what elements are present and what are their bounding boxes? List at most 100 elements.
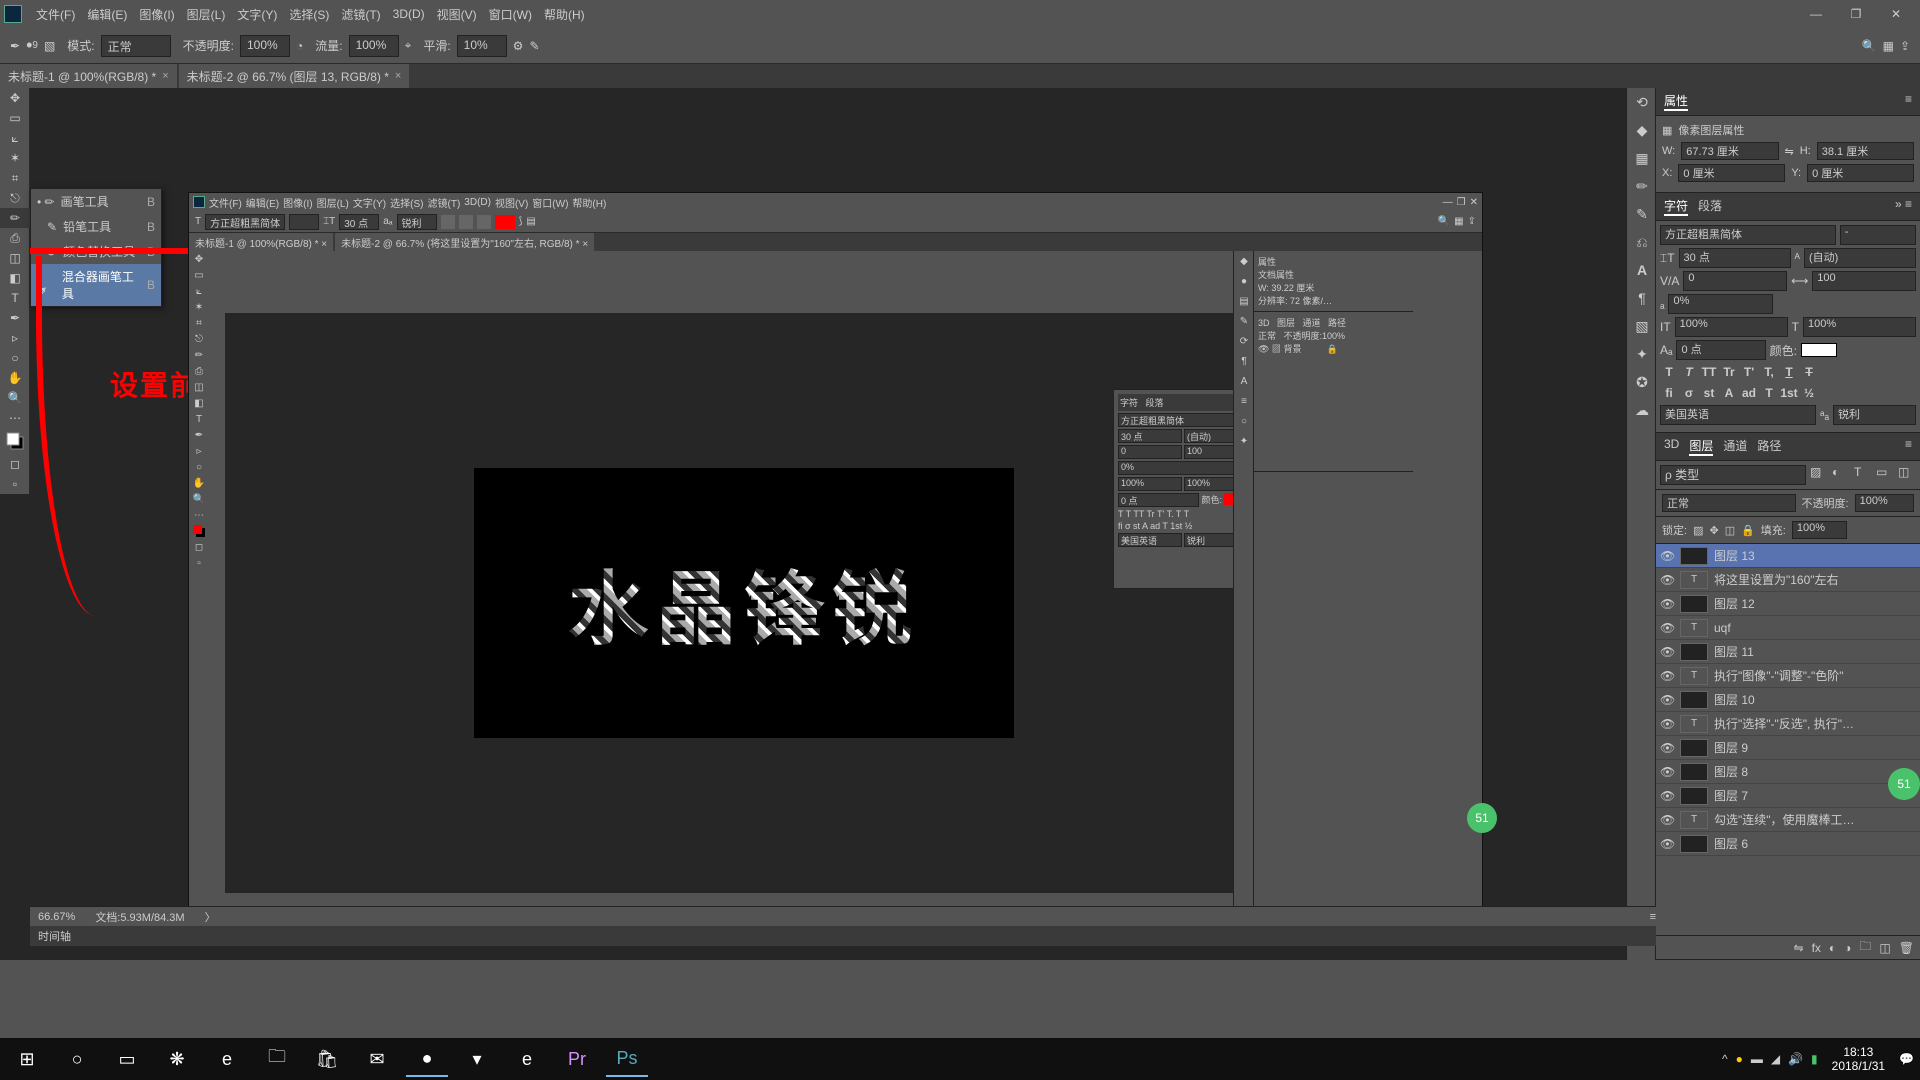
- align-center-icon[interactable]: [459, 215, 473, 229]
- pen-tool[interactable]: ✒: [0, 308, 30, 328]
- brush-tool-icon[interactable]: ✒: [10, 39, 20, 53]
- height-field[interactable]: 38.1 厘米: [1817, 142, 1914, 160]
- character-panel[interactable]: 方正超粗黑简体- ⌶T30 点ᴬ(自动) V/A0⟷100 ₐ0% IT100%…: [1656, 221, 1920, 433]
- layer-row[interactable]: 👁图层 13: [1656, 544, 1920, 568]
- layer-filter-select[interactable]: ρ 类型: [1660, 465, 1806, 485]
- menu-type[interactable]: 文字(Y): [231, 2, 283, 27]
- menu-window[interactable]: 窗口(W): [483, 2, 538, 27]
- char-tab[interactable]: 字符: [1664, 197, 1688, 216]
- menu-select[interactable]: 选择(S): [283, 2, 335, 27]
- pressure-opacity-icon[interactable]: ◔: [296, 39, 303, 53]
- tray-ime-icon[interactable]: ▮: [1811, 1052, 1818, 1066]
- lock-pixels-icon[interactable]: ▨: [1693, 524, 1703, 537]
- menu-view[interactable]: 视图(V): [431, 2, 483, 27]
- filter-smart-icon[interactable]: ◫: [1898, 465, 1916, 483]
- group-icon[interactable]: 🗀: [1859, 937, 1871, 958]
- type-style-buttons[interactable]: TTTTTrT'T,TT: [1660, 363, 1916, 381]
- layer-row[interactable]: 👁T勾选"连续"，使用魔棒工…: [1656, 808, 1920, 832]
- search-icon[interactable]: 🔍: [1438, 216, 1450, 227]
- opacity-input[interactable]: 100%: [240, 35, 290, 57]
- layer-row[interactable]: 👁图层 7: [1656, 784, 1920, 808]
- smooth-input[interactable]: 10%: [457, 35, 507, 57]
- explorer-icon[interactable]: 🗀: [256, 1041, 298, 1077]
- gear-icon[interactable]: ⚙: [513, 39, 524, 53]
- link-icon[interactable]: ⇋: [1785, 145, 1794, 158]
- mask-icon[interactable]: ◐: [1829, 941, 1836, 955]
- layer-row[interactable]: 👁图层 10: [1656, 688, 1920, 712]
- visibility-icon[interactable]: 👁: [1660, 669, 1674, 683]
- hscale-input[interactable]: 100%: [1803, 317, 1916, 337]
- y-field[interactable]: 0 厘米: [1807, 164, 1914, 182]
- swatches-icon[interactable]: ▦: [1627, 144, 1657, 172]
- x-field[interactable]: 0 厘米: [1678, 164, 1785, 182]
- edge2-icon[interactable]: e: [506, 1041, 548, 1077]
- layer-row[interactable]: 👁图层 11: [1656, 640, 1920, 664]
- character-icon[interactable]: A: [1627, 256, 1657, 284]
- minimize-button[interactable]: —: [1796, 3, 1836, 25]
- channels-tab[interactable]: 通道: [1723, 437, 1747, 456]
- gradient-tool[interactable]: ◧: [0, 268, 30, 288]
- layer-row[interactable]: 👁T执行"选择"-"反选", 执行"…: [1656, 712, 1920, 736]
- visibility-icon[interactable]: 👁: [1660, 741, 1674, 755]
- inner-character-panel[interactable]: 字符 段落 方正超粗黑简体 30 点(自动) 0100 0% 100%100% …: [1113, 389, 1253, 589]
- visibility-icon[interactable]: 👁: [1660, 717, 1674, 731]
- layer-fill-input[interactable]: 100%: [1792, 521, 1847, 539]
- layer-row[interactable]: 👁Tuqf: [1656, 616, 1920, 640]
- brush-panel-icon[interactable]: ▧: [44, 39, 55, 53]
- text-color-swatch[interactable]: [495, 215, 515, 229]
- hand-tool[interactable]: ✋: [0, 368, 30, 388]
- brush-tool[interactable]: ✏: [0, 208, 30, 228]
- align-right-icon[interactable]: [477, 215, 491, 229]
- brushes-icon[interactable]: ✎: [1627, 200, 1657, 228]
- 3d-tab[interactable]: 3D: [1664, 437, 1679, 456]
- visibility-icon[interactable]: 👁: [1660, 765, 1674, 779]
- search-icon[interactable]: 🔍: [1862, 39, 1877, 53]
- adjustment-icon[interactable]: ◑: [1844, 941, 1851, 955]
- quick-select-tool[interactable]: ✶: [0, 148, 30, 168]
- filter-type-icon[interactable]: T: [1854, 465, 1872, 483]
- blend-mode-select[interactable]: 正常: [1662, 494, 1796, 512]
- color-icon[interactable]: ◆: [1627, 116, 1657, 144]
- move-tool[interactable]: ✥: [0, 88, 30, 108]
- tray-safe-icon[interactable]: ●: [1736, 1052, 1743, 1066]
- visibility-icon[interactable]: 👁: [1660, 573, 1674, 587]
- zoom-value[interactable]: 66.67%: [38, 911, 75, 923]
- styles-icon[interactable]: ▧: [1627, 312, 1657, 340]
- inner-aa-select[interactable]: 锐利: [397, 214, 437, 230]
- vscale-input[interactable]: 100%: [1675, 317, 1788, 337]
- type-tool[interactable]: T: [0, 288, 30, 308]
- eraser-tool[interactable]: ◫: [0, 248, 30, 268]
- flyout-brush[interactable]: • ✏ 画笔工具B: [31, 189, 161, 214]
- filter-pixel-icon[interactable]: ▨: [1810, 465, 1828, 483]
- visibility-icon[interactable]: 👁: [1660, 597, 1674, 611]
- fx-icon[interactable]: fx: [1812, 941, 1821, 955]
- opentype-buttons[interactable]: fiσstAadT1st½: [1660, 384, 1916, 402]
- more-tools[interactable]: ⋯: [0, 408, 30, 428]
- baseline-scale-input[interactable]: 0%: [1668, 294, 1773, 314]
- paths-tab[interactable]: 路径: [1757, 437, 1781, 456]
- inner-tab-1[interactable]: 未标题-1 @ 100%(RGB/8) * ×: [189, 233, 333, 252]
- mode-select[interactable]: 正常: [101, 35, 171, 57]
- flow-input[interactable]: 100%: [349, 35, 399, 57]
- panel-toggle-icon[interactable]: ▤: [526, 216, 535, 227]
- edge-icon[interactable]: e: [206, 1041, 248, 1077]
- notification-icon[interactable]: 💬: [1899, 1052, 1914, 1066]
- para-tab[interactable]: 段落: [1698, 197, 1722, 216]
- history-icon[interactable]: ⟲: [1627, 88, 1657, 116]
- menu-image[interactable]: 图像(I): [133, 2, 180, 27]
- layer-row[interactable]: 👁图层 6: [1656, 832, 1920, 856]
- flyout-pencil[interactable]: ✎ 铅笔工具B: [31, 214, 161, 239]
- lock-all-icon[interactable]: 🔒: [1741, 524, 1755, 537]
- quick-mask[interactable]: ◻: [0, 454, 30, 474]
- tracking-input[interactable]: 100: [1812, 271, 1916, 291]
- width-field[interactable]: 67.73 厘米: [1681, 142, 1778, 160]
- lock-fill-icon[interactable]: ◫: [1725, 524, 1735, 537]
- lang-select[interactable]: 美国英语: [1660, 405, 1816, 425]
- text-color-swatch[interactable]: [1801, 343, 1837, 357]
- shape-tool[interactable]: ○: [0, 348, 30, 368]
- layer-opacity-input[interactable]: 100%: [1855, 494, 1914, 512]
- layers-panel[interactable]: ρ 类型 ▨ ◐ T ▭ ◫ 正常 不透明度:100% 锁定:▨✥◫🔒 填充:1…: [1656, 461, 1920, 960]
- path-select-tool[interactable]: ▹: [0, 328, 30, 348]
- aa-select[interactable]: 锐利: [1833, 405, 1916, 425]
- properties-tab[interactable]: 属性: [1664, 92, 1688, 111]
